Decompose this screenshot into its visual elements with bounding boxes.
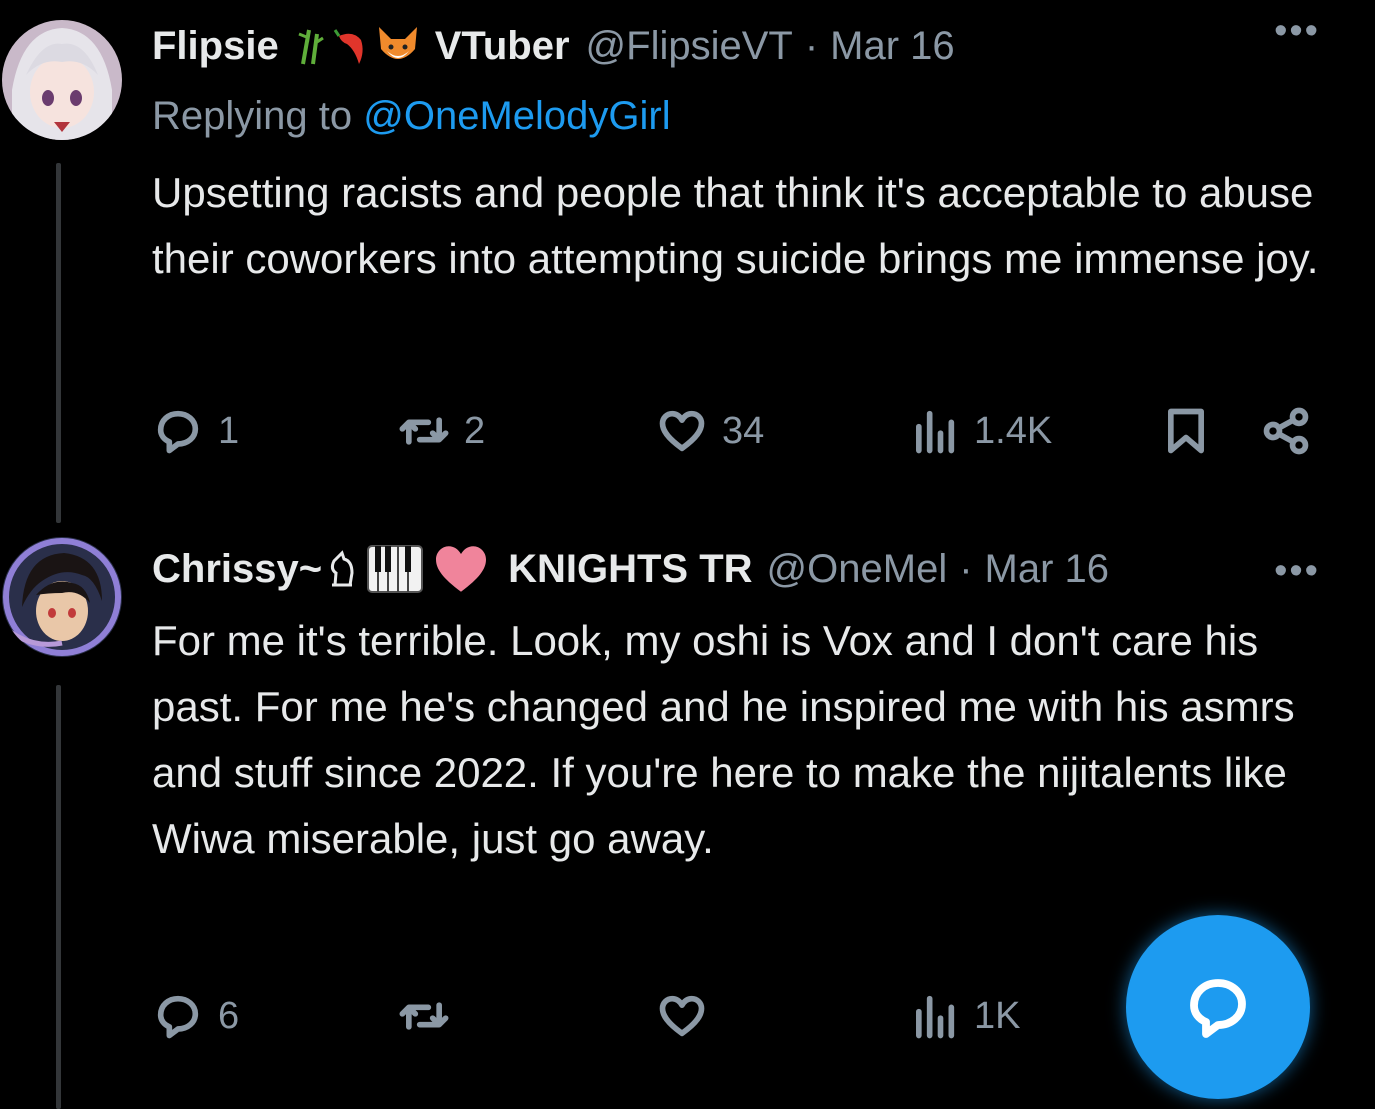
separator-dot: · [959, 546, 973, 591]
display-name-suffix[interactable]: KNIGHTS TR [508, 547, 752, 592]
tweet-date[interactable]: Mar 16 [985, 547, 1110, 592]
tweet-header: Chrissy~ KNIGHTS TR @OneMel · Mar 16 [152, 541, 1225, 597]
reply-icon [157, 995, 199, 1039]
reply-button[interactable]: 6 [152, 986, 239, 1046]
avatar-chrissy[interactable] [2, 537, 122, 657]
piano-keys-icon [366, 544, 424, 594]
user-handle[interactable]: @OneMel [767, 547, 948, 592]
display-name[interactable]: Chrissy~ [152, 547, 322, 592]
like-icon [659, 995, 705, 1037]
views-count: 1K [974, 994, 1021, 1037]
knight-chess-icon [326, 549, 358, 589]
retweet-icon [399, 1002, 449, 1030]
pink-heart-icon [432, 544, 490, 594]
retweet-button[interactable] [398, 986, 464, 1046]
compose-reply-button[interactable] [1126, 915, 1310, 1099]
like-button[interactable] [656, 986, 722, 1046]
views-button[interactable]: 1K [908, 986, 1020, 1046]
thread-line [56, 685, 61, 1109]
compose-reply-icon [1190, 979, 1246, 1038]
more-options-icon[interactable]: ••• [1274, 550, 1320, 593]
views-icon [916, 995, 955, 1039]
tweet-text: For me it's terrible. Look, my oshi is V… [152, 617, 1295, 862]
reply-count: 6 [218, 994, 240, 1037]
